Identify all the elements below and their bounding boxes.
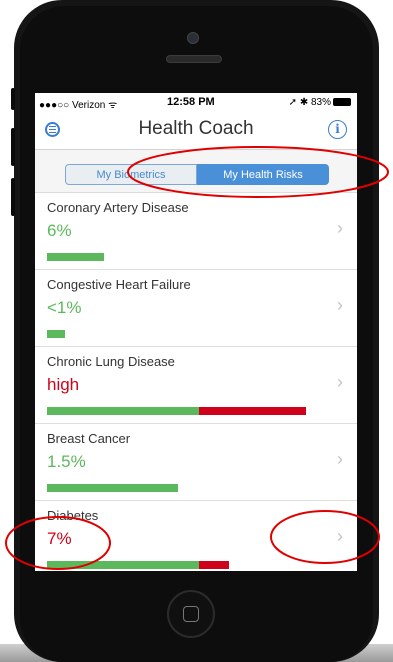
volume-down-button xyxy=(11,178,15,216)
list-item[interactable]: Breast Cancer 1.5% › xyxy=(35,424,357,501)
risk-bar-green xyxy=(47,407,199,415)
segmented-control-bar: My Biometrics My Health Risks xyxy=(35,150,357,193)
chevron-right-icon: › xyxy=(337,449,343,469)
risk-value: <1% xyxy=(47,298,82,317)
risk-bar-green xyxy=(47,561,199,569)
chevron-right-icon: › xyxy=(337,218,343,238)
list-item[interactable]: Congestive Heart Failure <1% › xyxy=(35,270,357,347)
risk-bar-green xyxy=(47,484,178,492)
risk-name: Chronic Lung Disease xyxy=(47,354,175,369)
risk-value: high xyxy=(47,375,80,394)
risk-value: 6% xyxy=(47,221,72,240)
risk-value: 7% xyxy=(47,529,72,548)
risk-bar-green xyxy=(47,330,65,338)
status-time: 12:58 PM xyxy=(167,96,215,108)
home-square-icon xyxy=(183,606,199,622)
list-item[interactable]: Coronary Artery Disease 6% › xyxy=(35,193,357,270)
battery-icon xyxy=(333,98,351,107)
carrier-signal: ●●●○○ Verizon ᯤ xyxy=(39,100,118,111)
risk-name: Congestive Heart Failure xyxy=(47,277,191,292)
risk-bar-green xyxy=(47,253,104,261)
risk-name: Coronary Artery Disease xyxy=(47,200,189,215)
risk-name: Breast Cancer xyxy=(47,431,131,446)
list-item[interactable]: Chronic Lung Disease high › xyxy=(35,347,357,424)
status-right: ➚ ✱ 83% xyxy=(289,97,351,108)
list-item[interactable]: Diabetes 7% › xyxy=(35,501,357,571)
status-bar: ●●●○○ Verizon ᯤ 12:58 PM ➚ ✱ 83% xyxy=(35,93,357,113)
risk-bar-red xyxy=(199,561,229,569)
chevron-right-icon: › xyxy=(337,372,343,392)
page-title: Health Coach xyxy=(138,118,254,139)
app-screen: ●●●○○ Verizon ᯤ 12:58 PM ➚ ✱ 83% Health … xyxy=(35,93,357,571)
nav-bar: Health Coach i xyxy=(35,113,357,150)
earpiece-speaker xyxy=(166,55,222,63)
tab-my-health-risks[interactable]: My Health Risks xyxy=(197,164,329,185)
front-camera xyxy=(187,32,199,44)
risk-value: 1.5% xyxy=(47,452,86,471)
chevron-right-icon: › xyxy=(337,295,343,315)
volume-up-button xyxy=(11,128,15,166)
battery-text: ➚ ✱ 83% xyxy=(288,97,331,108)
chevron-right-icon: › xyxy=(337,526,343,546)
home-button[interactable] xyxy=(167,590,215,638)
risk-bar-red xyxy=(199,407,306,415)
risk-name: Diabetes xyxy=(47,508,99,523)
mute-switch xyxy=(11,88,15,110)
info-icon[interactable]: i xyxy=(328,120,347,139)
tab-my-biometrics[interactable]: My Biometrics xyxy=(65,164,197,185)
